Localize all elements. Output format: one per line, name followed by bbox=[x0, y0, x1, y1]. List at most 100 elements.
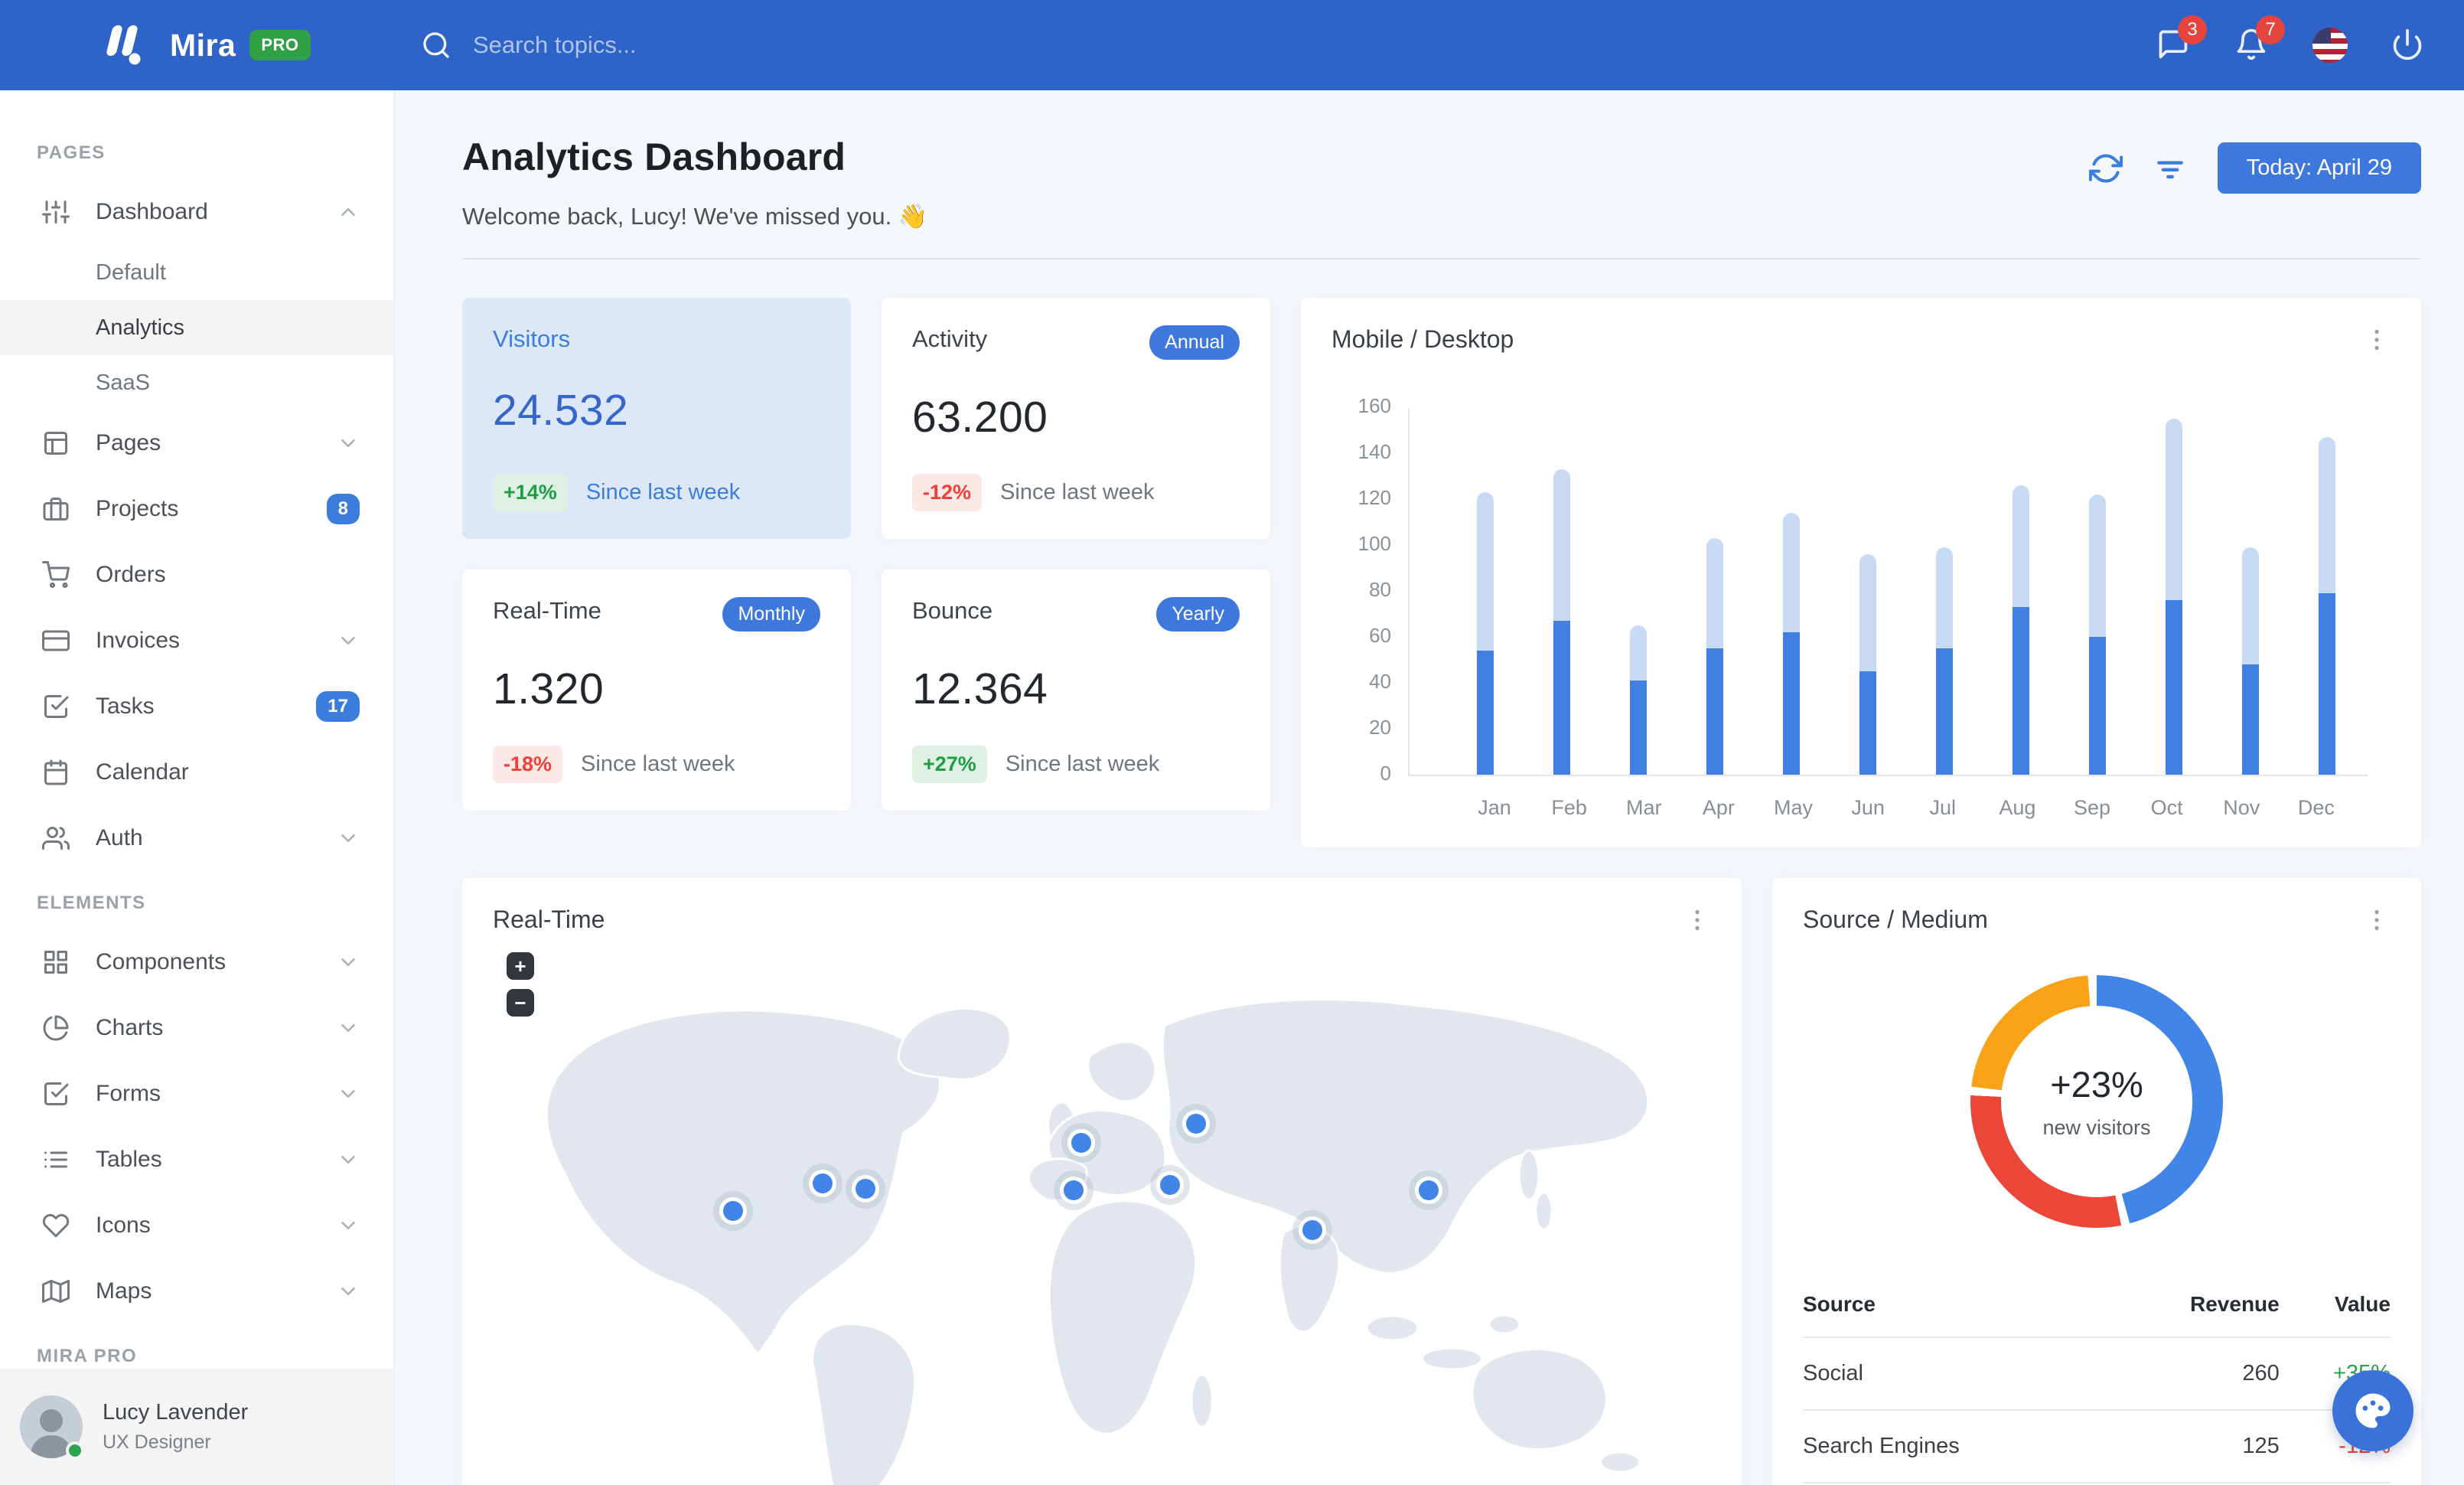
bar-total-segment bbox=[1859, 554, 1876, 775]
more-options-icon[interactable] bbox=[1683, 906, 1711, 934]
stat-value: 24.532 bbox=[493, 386, 629, 435]
bar-may bbox=[1783, 513, 1800, 775]
sidebar-item-dashboard[interactable]: Dashboard bbox=[0, 179, 393, 245]
stat-note: Since last week bbox=[1005, 752, 1160, 776]
chev-down-icon bbox=[337, 1280, 360, 1303]
stat-period-badge[interactable]: Monthly bbox=[722, 597, 820, 632]
donut-center-value: +23% bbox=[2050, 1064, 2143, 1105]
sidebar-subitem-default[interactable]: Default bbox=[0, 245, 393, 300]
stat-note: Since last week bbox=[585, 480, 741, 504]
more-options-icon[interactable] bbox=[2363, 326, 2391, 354]
chev-down-icon bbox=[337, 1017, 360, 1040]
welcome-message: Welcome back, Lucy! We've missed you. 👋 bbox=[462, 203, 928, 230]
x-axis-label: Dec bbox=[2297, 796, 2335, 819]
stat-title: Bounce bbox=[912, 597, 993, 624]
x-axis-label: Jun bbox=[1851, 796, 1885, 819]
y-axis-tick: 0 bbox=[1380, 762, 1391, 785]
bar-total-segment bbox=[1936, 547, 1953, 775]
sidebar-item-label: Components bbox=[96, 949, 227, 974]
map-marker-ankara[interactable] bbox=[1150, 1165, 1191, 1206]
refresh-icon[interactable] bbox=[2088, 152, 2123, 185]
sign-out-button[interactable] bbox=[2391, 28, 2426, 63]
bar-total-segment bbox=[2013, 485, 2029, 775]
pro-badge: PRO bbox=[249, 30, 311, 60]
stat-value: 63.200 bbox=[912, 393, 1048, 442]
sidebar-item-tables[interactable]: Tables bbox=[0, 1127, 393, 1193]
world-map-svg bbox=[545, 998, 1650, 1485]
bar-total-segment bbox=[1630, 625, 1647, 775]
more-options-icon[interactable] bbox=[2363, 906, 2391, 934]
map-marker-london[interactable] bbox=[1061, 1122, 1101, 1163]
map-marker-new-york[interactable] bbox=[846, 1169, 886, 1209]
sidebar-item-label: Pages bbox=[96, 430, 161, 455]
search-input[interactable] bbox=[473, 31, 947, 59]
world-map[interactable]: + − bbox=[493, 942, 1711, 1485]
sidebar-item-label: Orders bbox=[96, 562, 166, 587]
bar-mobile-segment bbox=[1630, 680, 1647, 775]
top-navbar: Mira PRO 3 7 bbox=[0, 0, 2464, 90]
sidebar-item-components[interactable]: Components bbox=[0, 929, 393, 995]
date-range-button[interactable]: Today: April 29 bbox=[2217, 142, 2421, 194]
bar-mobile-segment bbox=[1783, 632, 1800, 775]
bar-mobile-segment bbox=[2013, 607, 2029, 775]
theme-settings-button[interactable] bbox=[2332, 1370, 2413, 1451]
sidebar-item-label: Forms bbox=[96, 1081, 161, 1106]
stat-card-visitors: Visitors 24.532 +14% Since last week bbox=[462, 298, 851, 539]
sidebar-item-invoices[interactable]: Invoices bbox=[0, 608, 393, 674]
y-axis-tick: 60 bbox=[1369, 624, 1391, 647]
y-axis-tick: 160 bbox=[1357, 394, 1391, 417]
map-marker-beijing[interactable] bbox=[1408, 1170, 1449, 1210]
bar-jun bbox=[1859, 554, 1876, 775]
sidebar-item-maps[interactable]: Maps bbox=[0, 1258, 393, 1324]
sidebar: Pages Dashboard Default Analytics SaaS Pages P… bbox=[0, 90, 395, 1485]
stacked-bar-chart: 160 140 120 100 80 60 40 20 0 bbox=[1358, 394, 2368, 785]
stat-card-bounce: Bounce Yearly 12.364 +27% Since last week bbox=[882, 570, 1270, 811]
map-marker-san-francisco[interactable] bbox=[712, 1191, 753, 1232]
map-zoom-out-button[interactable]: − bbox=[507, 989, 534, 1017]
sidebar-item-icons[interactable]: Icons bbox=[0, 1193, 393, 1258]
chev-down-icon bbox=[337, 827, 360, 850]
chev-down-icon bbox=[337, 1148, 360, 1171]
heart-icon bbox=[42, 1212, 70, 1239]
card-title-source-medium: Source / Medium bbox=[1803, 906, 1988, 933]
bar-total-segment bbox=[1553, 469, 1570, 775]
x-axis-label: Nov bbox=[2223, 796, 2260, 819]
messages-button[interactable]: 3 bbox=[2156, 15, 2207, 63]
sidebar-section-label: Mira Pro bbox=[37, 1346, 138, 1366]
brand[interactable]: Mira PRO bbox=[0, 25, 395, 65]
notifications-button[interactable]: 7 bbox=[2234, 15, 2285, 63]
sidebar-count-badge: 17 bbox=[316, 691, 360, 722]
sidebar-user[interactable]: Lucy Lavender UX Designer bbox=[0, 1369, 393, 1485]
sidebar-item-calendar[interactable]: Calendar bbox=[0, 739, 393, 805]
stat-period-badge[interactable]: Yearly bbox=[1156, 597, 1240, 632]
mira-logo-icon bbox=[106, 25, 144, 65]
map-marker-moscow[interactable] bbox=[1175, 1103, 1216, 1144]
x-axis-label: May bbox=[1773, 796, 1813, 819]
map-marker-madrid[interactable] bbox=[1054, 1170, 1094, 1210]
sidebar-item-pages[interactable]: Pages bbox=[0, 410, 393, 476]
sidebar-item-auth[interactable]: Auth bbox=[0, 805, 393, 871]
map-zoom-in-button[interactable]: + bbox=[507, 952, 534, 980]
credit-card-icon bbox=[42, 627, 70, 654]
bar-series bbox=[1410, 409, 2368, 775]
sidebar-item-charts[interactable]: Charts bbox=[0, 995, 393, 1061]
sidebar-item-orders[interactable]: Orders bbox=[0, 542, 393, 608]
chev-down-icon bbox=[337, 1082, 360, 1105]
sidebar-subitem-analytics[interactable]: Analytics bbox=[0, 300, 393, 355]
stat-title: Activity bbox=[912, 325, 988, 352]
donut-center-label: new visitors bbox=[2042, 1116, 2151, 1139]
mobile-desktop-card: Mobile / Desktop 160 140 120 100 80 60 40 20 0 J… bbox=[1301, 298, 2421, 847]
stat-period-badge[interactable]: Annual bbox=[1149, 325, 1240, 360]
sidebar-item-forms[interactable]: Forms bbox=[0, 1061, 393, 1127]
palette-icon bbox=[2352, 1390, 2394, 1431]
sidebar-item-projects[interactable]: Projects 8 bbox=[0, 476, 393, 542]
language-flag-us[interactable] bbox=[2312, 28, 2348, 63]
sidebar-item-label: Charts bbox=[96, 1015, 164, 1040]
sidebar-item-tasks[interactable]: Tasks 17 bbox=[0, 674, 393, 739]
sidebar-item-label: Maps bbox=[96, 1278, 152, 1304]
bar-sep bbox=[2089, 494, 2106, 775]
sidebar-subitem-saas[interactable]: SaaS bbox=[0, 355, 393, 410]
bar-mobile-segment bbox=[2242, 664, 2259, 775]
sidebar-item-label: Auth bbox=[96, 825, 143, 850]
filter-icon[interactable] bbox=[2153, 152, 2187, 185]
